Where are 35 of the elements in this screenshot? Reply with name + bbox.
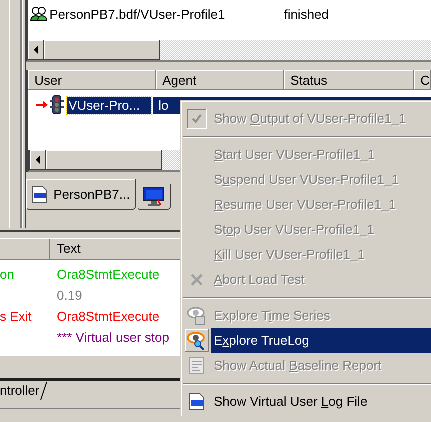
tab[interactable] bbox=[137, 184, 172, 210]
left-arrow-icon bbox=[34, 156, 41, 164]
document-icon bbox=[32, 186, 48, 204]
menu-item[interactable]: Show Virtual User Log File bbox=[183, 389, 431, 414]
log-file-icon bbox=[188, 392, 206, 410]
column-header[interactable]: User bbox=[28, 70, 156, 90]
users-icon bbox=[30, 6, 48, 22]
scroll-thumb[interactable] bbox=[44, 40, 160, 60]
log-text: *** Virtual user stop bbox=[57, 329, 170, 347]
scroll-left-button[interactable] bbox=[28, 40, 44, 60]
profile-name: PersonPB7.bdf/VUser-Profile1 bbox=[50, 6, 226, 22]
scroll-left-button[interactable] bbox=[30, 150, 46, 170]
tab[interactable]: PersonPB7... bbox=[26, 179, 136, 210]
user-cell[interactable]: VUser-Pro... bbox=[66, 96, 151, 114]
column-header[interactable]: Agent bbox=[156, 70, 284, 90]
eye-magnifier-icon bbox=[187, 330, 207, 350]
check-icon bbox=[191, 112, 203, 124]
sheet-tab[interactable]: ntroller bbox=[0, 381, 48, 401]
log-text: Ora8StmtExecute bbox=[57, 266, 160, 284]
column-header[interactable]: C bbox=[414, 70, 431, 90]
monitor-icon bbox=[143, 187, 166, 207]
report-icon bbox=[189, 356, 205, 374]
left-arrow-icon bbox=[32, 46, 39, 54]
scrollbar[interactable] bbox=[26, 40, 431, 62]
status-text: finished bbox=[284, 6, 330, 22]
log-cell: s Exit bbox=[0, 309, 32, 324]
arrow-icon bbox=[36, 101, 48, 109]
log-text: Ora8StmtExecute bbox=[57, 308, 160, 326]
cross-icon bbox=[189, 272, 205, 288]
scroll-thumb[interactable] bbox=[46, 150, 162, 170]
eye-chart-icon bbox=[187, 306, 207, 326]
log-text: 0.19 bbox=[57, 287, 82, 305]
traffic-light-icon bbox=[50, 95, 64, 115]
column-header[interactable]: Status bbox=[284, 70, 414, 90]
log-cell: on bbox=[0, 267, 14, 282]
